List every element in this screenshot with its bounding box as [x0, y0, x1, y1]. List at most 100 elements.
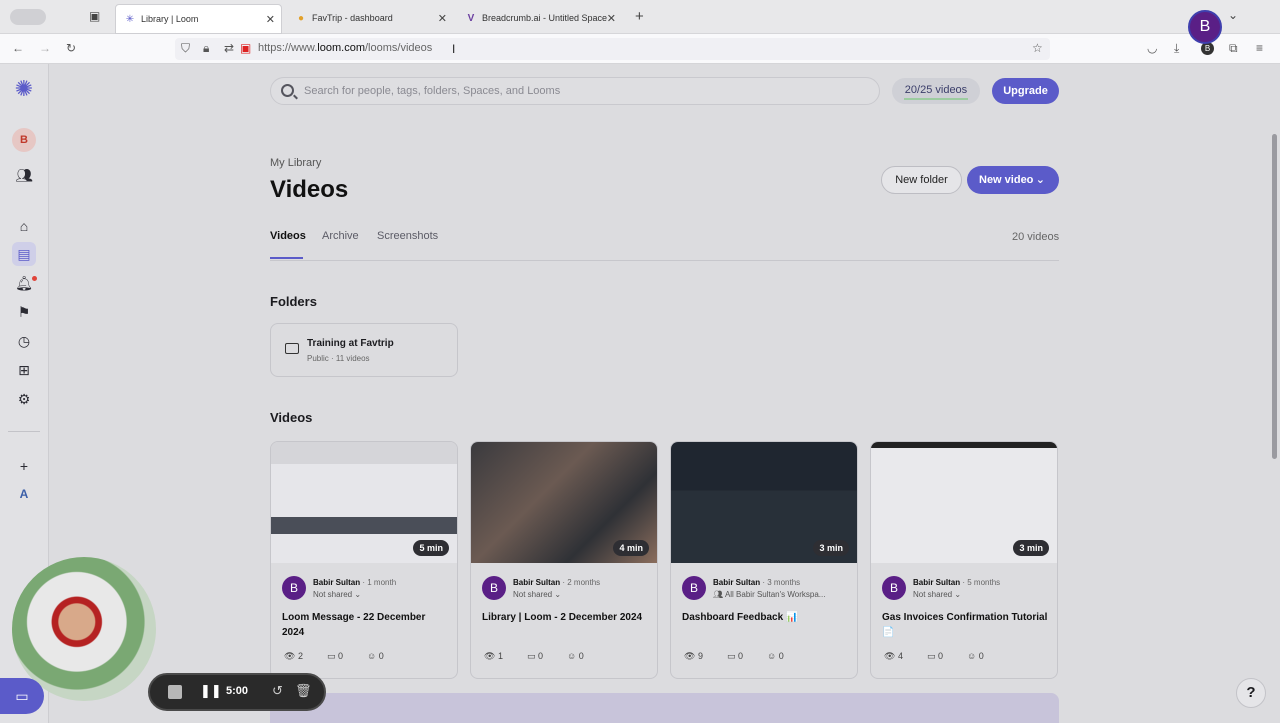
bookmark-icon[interactable]: ⚑	[12, 300, 36, 324]
sidebar-toggle-icon[interactable]	[10, 9, 46, 25]
new-video-label: New video	[979, 174, 1034, 186]
tab-list-chevron-icon[interactable]: ⌄	[1228, 8, 1238, 22]
video-card[interactable]: 3 min B Babir Sultan · 5 months Not shar…	[870, 441, 1058, 679]
video-quota-pill[interactable]: 20/25 videos	[892, 78, 980, 104]
author-name: Babir Sultan	[713, 578, 761, 587]
video-stats: 👁︎ 1 ▭ 0 ☺ 0	[484, 651, 608, 662]
main-content: Search for people, tags, folders, Spaces…	[50, 64, 1280, 723]
folder-icon	[285, 343, 299, 354]
new-tab-icon[interactable]: +	[635, 8, 644, 25]
video-card[interactable]: 3 min B Babir Sultan · 3 months 👥︎ All B…	[670, 441, 858, 679]
video-title[interactable]: Dashboard Feedback 📊	[682, 610, 850, 625]
url-domain: loom.com	[317, 42, 365, 54]
forward-icon[interactable]: →	[39, 41, 51, 55]
permissions-icon[interactable]: ⇄	[224, 41, 234, 55]
help-button[interactable]: ?	[1236, 678, 1266, 708]
tab-archive[interactable]: Archive	[322, 230, 359, 242]
duration-badge: 3 min	[813, 540, 849, 556]
folders-heading: Folders	[270, 294, 317, 309]
video-title[interactable]: Library | Loom - 2 December 2024	[482, 610, 650, 625]
breadcrumb-favicon-icon: V	[467, 12, 475, 24]
video-age: 1 month	[367, 578, 397, 587]
restart-icon[interactable]: ↺	[272, 683, 283, 699]
reload-icon[interactable]: ↻	[66, 41, 76, 55]
search-icon	[281, 84, 294, 97]
lock-icon[interactable]: 🔒︎	[203, 41, 209, 56]
plus-icon[interactable]: +	[12, 454, 36, 478]
tab-screenshots[interactable]: Screenshots	[377, 230, 438, 242]
tab-breadcrumb[interactable]: V Breadcrumb.ai - Untitled Space ✕	[457, 4, 622, 32]
bottom-banner	[270, 693, 1059, 723]
comments-icon: ▭ 0	[526, 651, 543, 661]
user-avatar[interactable]: B	[1188, 10, 1222, 44]
breadcrumb[interactable]: My Library	[270, 157, 321, 169]
upgrade-button[interactable]: Upgrade	[992, 78, 1059, 104]
author-line: Babir Sultan · 5 months	[913, 578, 1001, 587]
extensions-icon[interactable]: ⧉	[1229, 41, 1238, 56]
new-video-button[interactable]: New video ⌄	[967, 166, 1059, 194]
space-avatar[interactable]: A	[12, 482, 36, 506]
author-name: Babir Sultan	[313, 578, 361, 587]
video-age: 5 months	[967, 578, 1001, 587]
close-tab-icon[interactable]: ✕	[266, 13, 275, 26]
folder-meta: Public · 11 videos	[307, 354, 370, 363]
sharing-status[interactable]: 👥︎ All Babir Sultan's Workspa...	[713, 590, 825, 599]
url-prefix: https://www.	[258, 42, 318, 54]
sharing-status[interactable]: Not shared ⌄	[913, 590, 961, 599]
clock-icon[interactable]: ◷	[12, 329, 36, 353]
loom-page: ✺ B 👥︎ ⌂ ▤ 🔔︎ ⚑ ◷ ⊞ ⚙ + A Search for peo…	[0, 64, 1280, 723]
loom-logo-icon[interactable]: ✺	[12, 76, 36, 101]
bookmark-star-icon[interactable]: ☆	[1032, 41, 1043, 55]
reactions-icon: ☺ 0	[366, 651, 384, 661]
back-icon[interactable]: ←	[12, 41, 24, 55]
page-scrollbar[interactable]	[1272, 134, 1277, 459]
people-icon[interactable]: 👥︎	[12, 163, 36, 187]
search-input[interactable]: Search for people, tags, folders, Spaces…	[270, 77, 880, 105]
url-path: /looms/videos	[364, 42, 433, 54]
downloads-icon[interactable]: ⤓	[1174, 41, 1179, 56]
gift-icon[interactable]: ⊞	[12, 358, 36, 382]
sharing-status[interactable]: Not shared ⌄	[513, 590, 561, 599]
recording-indicator-icon[interactable]: ▣	[240, 41, 251, 55]
notification-dot	[32, 276, 37, 281]
pocket-icon[interactable]: ◡	[1147, 41, 1157, 55]
author-name: Babir Sultan	[513, 578, 561, 587]
reactions-icon: ☺ 0	[766, 651, 784, 661]
url-text[interactable]: https://www.loom.com/looms/videos	[258, 42, 432, 54]
video-stats: 👁︎ 9 ▭ 0 ☺ 0	[684, 651, 808, 662]
video-card[interactable]: 5 min B Babir Sultan · 1 month Not share…	[270, 441, 458, 679]
bell-icon[interactable]: 🔔︎	[12, 271, 36, 295]
pause-button[interactable]: ❚❚	[200, 683, 222, 699]
library-icon[interactable]: ▤	[12, 242, 36, 266]
tab-videos[interactable]: Videos	[270, 230, 306, 242]
folder-card[interactable]: Training at Favtrip Public · 11 videos	[270, 323, 458, 377]
shield-icon[interactable]: ⛉	[181, 41, 190, 56]
comments-icon: ▭ 0	[926, 651, 943, 661]
trash-icon[interactable]: 🗑︎	[295, 683, 312, 699]
author-line: Babir Sultan · 3 months	[713, 578, 801, 587]
stop-recording-button[interactable]	[168, 685, 182, 699]
video-age: 3 months	[767, 578, 801, 587]
home-icon[interactable]: ⌂	[12, 214, 36, 238]
camera-icon[interactable]: ▭	[0, 678, 44, 714]
video-title[interactable]: Gas Invoices Confirmation Tutorial 📄	[882, 610, 1050, 640]
close-tab-icon[interactable]: ✕	[607, 12, 616, 25]
author-avatar: B	[282, 576, 306, 600]
workspace-avatar[interactable]: B	[12, 128, 36, 152]
tab-favtrip[interactable]: ● FavTrip - dashboard ✕	[287, 4, 453, 32]
new-folder-button[interactable]: New folder	[881, 166, 962, 194]
sharing-status[interactable]: Not shared ⌄	[313, 590, 361, 599]
video-title[interactable]: Loom Message - 22 December 2024	[282, 610, 450, 640]
favtrip-favicon-icon: ●	[297, 12, 305, 24]
close-tab-icon[interactable]: ✕	[438, 12, 447, 25]
author-name: Babir Sultan	[913, 578, 961, 587]
sidebar-divider	[8, 431, 40, 432]
tab-library-loom[interactable]: ✳ Library | Loom ✕	[115, 4, 282, 34]
author-line: Babir Sultan · 2 months	[513, 578, 601, 587]
menu-icon[interactable]: ≡	[1256, 41, 1263, 55]
video-card[interactable]: 4 min B Babir Sultan · 2 months Not shar…	[470, 441, 658, 679]
gear-icon[interactable]: ⚙	[12, 387, 36, 411]
views-icon: 👁︎ 9	[684, 651, 703, 661]
views-icon: 👁︎ 1	[484, 651, 503, 661]
tab-overview-icon[interactable]: ▣	[89, 9, 100, 23]
